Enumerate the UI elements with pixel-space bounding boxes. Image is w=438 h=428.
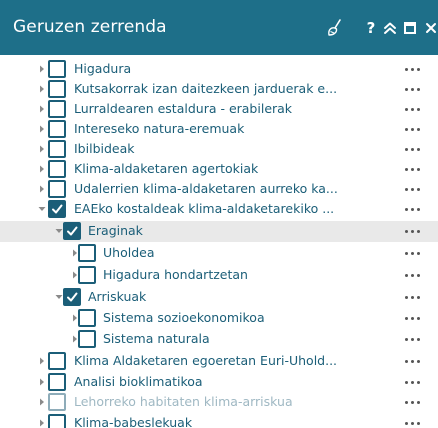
more-options-icon[interactable] [405, 188, 423, 192]
more-options-icon[interactable] [405, 338, 423, 342]
layer-visibility-checkbox[interactable] [48, 80, 66, 98]
layer-label: Lurraldearen estaldura - erabilerak [74, 101, 293, 116]
layer-tree-row[interactable]: Klima Aldaketaren egoeretan Euri-Uhold..… [0, 351, 438, 372]
layer-label: Udalerrien klima-aldaketaren aurreko ka.… [74, 181, 338, 196]
more-options-icon[interactable] [405, 208, 423, 212]
layer-visibility-checkbox[interactable] [48, 140, 66, 158]
close-icon[interactable] [424, 0, 438, 55]
layer-visibility-checkbox[interactable] [48, 352, 66, 370]
layer-tree-row[interactable]: Eraginak [0, 221, 438, 242]
layer-label: Klima-aldaketaren agertokiak [74, 161, 259, 176]
layer-label: Sistema naturala [103, 331, 210, 346]
more-options-icon[interactable] [405, 381, 423, 385]
layer-visibility-checkbox[interactable] [48, 414, 66, 428]
layer-visibility-checkbox[interactable] [48, 60, 66, 78]
layer-label: Higadura [74, 61, 132, 76]
layer-tree: Higadura Kutsakorrak izan daitezkeen jard… [0, 55, 438, 428]
layer-visibility-checkbox[interactable] [48, 180, 66, 198]
layer-visibility-checkbox[interactable] [78, 244, 96, 262]
layer-tree-row[interactable]: Ibilbideak [0, 139, 438, 160]
chevron-right-icon[interactable] [37, 124, 47, 134]
layer-label: Eraginak [88, 223, 143, 238]
layer-visibility-checkbox[interactable] [78, 330, 96, 348]
chevron-right-icon[interactable] [37, 418, 47, 428]
layer-visibility-checkbox[interactable] [48, 160, 66, 178]
more-options-icon[interactable] [405, 252, 423, 256]
chevron-right-icon[interactable] [37, 397, 47, 407]
chevron-right-icon[interactable] [37, 84, 47, 94]
layer-tree-row[interactable]: Klima-aldaketaren agertokiak [0, 159, 438, 180]
layer-label: EAEko kostaldeak klima-aldaketarekiko ..… [74, 201, 335, 216]
chevron-right-icon[interactable] [37, 184, 47, 194]
layer-visibility-checkbox[interactable] [48, 120, 66, 138]
more-options-icon[interactable] [405, 360, 423, 364]
layer-label: Intereseko natura-eremuak [74, 121, 245, 136]
layer-label: Klima-babeslekuak [74, 415, 193, 428]
layer-label: Klima Aldaketaren egoeretan Euri-Uhold..… [74, 353, 338, 368]
collapse-icon[interactable] [381, 0, 399, 55]
layer-tree-row[interactable]: Udalerrien klima-aldaketaren aurreko ka.… [0, 179, 438, 200]
more-options-icon[interactable] [405, 317, 423, 321]
panel-title: Geruzen zerrenda [13, 17, 167, 37]
layer-visibility-checkbox[interactable] [63, 222, 81, 240]
more-options-icon[interactable] [405, 230, 423, 234]
more-options-icon[interactable] [405, 296, 423, 300]
layer-tree-row[interactable]: Sistema naturala [0, 329, 438, 350]
layer-tree-row[interactable]: Lurraldearen estaldura - erabilerak [0, 99, 438, 120]
layer-tree-row[interactable]: Arriskuak [0, 287, 438, 308]
layer-label: Uholdea [103, 245, 155, 260]
layer-tree-row[interactable]: Lehorreko habitaten klima-arriskua [0, 392, 438, 413]
layer-tree-row[interactable]: Uholdea [0, 243, 438, 264]
more-options-icon[interactable] [405, 148, 423, 152]
layer-label: Lehorreko habitaten klima-arriskua [74, 394, 293, 409]
more-options-icon[interactable] [405, 274, 423, 278]
chevron-down-icon[interactable] [37, 204, 47, 214]
layer-visibility-checkbox[interactable] [48, 373, 66, 391]
panel-header: Geruzen zerrenda ? [0, 0, 438, 55]
layer-tree-row[interactable]: EAEko kostaldeak klima-aldaketarekiko ..… [0, 199, 438, 220]
layer-visibility-checkbox[interactable] [78, 266, 96, 284]
layer-label: Higadura hondartzetan [103, 267, 248, 282]
layer-visibility-checkbox[interactable] [48, 100, 66, 118]
more-options-icon[interactable] [405, 68, 423, 72]
chevron-right-icon[interactable] [37, 377, 47, 387]
layer-label: Sistema sozioekonomikoa [103, 310, 265, 325]
maximize-icon[interactable] [403, 0, 417, 55]
more-options-icon[interactable] [405, 401, 423, 405]
more-options-icon[interactable] [405, 108, 423, 112]
more-options-icon[interactable] [405, 168, 423, 172]
layer-list-panel: Geruzen zerrenda ? Higadura Kutsakorrak … [0, 0, 438, 428]
chevron-right-icon[interactable] [37, 144, 47, 154]
layer-visibility-checkbox[interactable] [78, 309, 96, 327]
chevron-right-icon[interactable] [37, 164, 47, 174]
layer-tree-row[interactable]: Klima-babeslekuak [0, 413, 438, 428]
layer-tree-row[interactable]: Intereseko natura-eremuak [0, 119, 438, 140]
layer-tree-row[interactable]: Sistema sozioekonomikoa [0, 308, 438, 329]
layer-label: Kutsakorrak izan daitezkeen jarduerak e.… [74, 81, 338, 96]
layer-tree-row[interactable]: Analisi bioklimatikoa [0, 372, 438, 393]
layer-label: Analisi bioklimatikoa [74, 374, 203, 389]
layer-label: Ibilbideak [74, 141, 135, 156]
chevron-right-icon[interactable] [37, 64, 47, 74]
layer-label: Arriskuak [88, 289, 147, 304]
more-options-icon[interactable] [405, 128, 423, 132]
layer-visibility-checkbox[interactable] [63, 288, 81, 306]
chevron-right-icon[interactable] [37, 356, 47, 366]
layer-visibility-checkbox[interactable] [48, 200, 66, 218]
more-options-icon[interactable] [405, 88, 423, 92]
broom-icon[interactable] [325, 0, 345, 55]
more-options-icon[interactable] [405, 422, 423, 426]
chevron-right-icon[interactable] [37, 104, 47, 114]
layer-visibility-checkbox[interactable] [48, 393, 66, 411]
layer-tree-row[interactable]: Kutsakorrak izan daitezkeen jarduerak e.… [0, 79, 438, 100]
help-button[interactable]: ? [364, 0, 378, 55]
help-icon: ? [366, 18, 376, 37]
layer-tree-row[interactable]: Higadura hondartzetan [0, 265, 438, 286]
layer-tree-row[interactable]: Higadura [0, 59, 438, 80]
